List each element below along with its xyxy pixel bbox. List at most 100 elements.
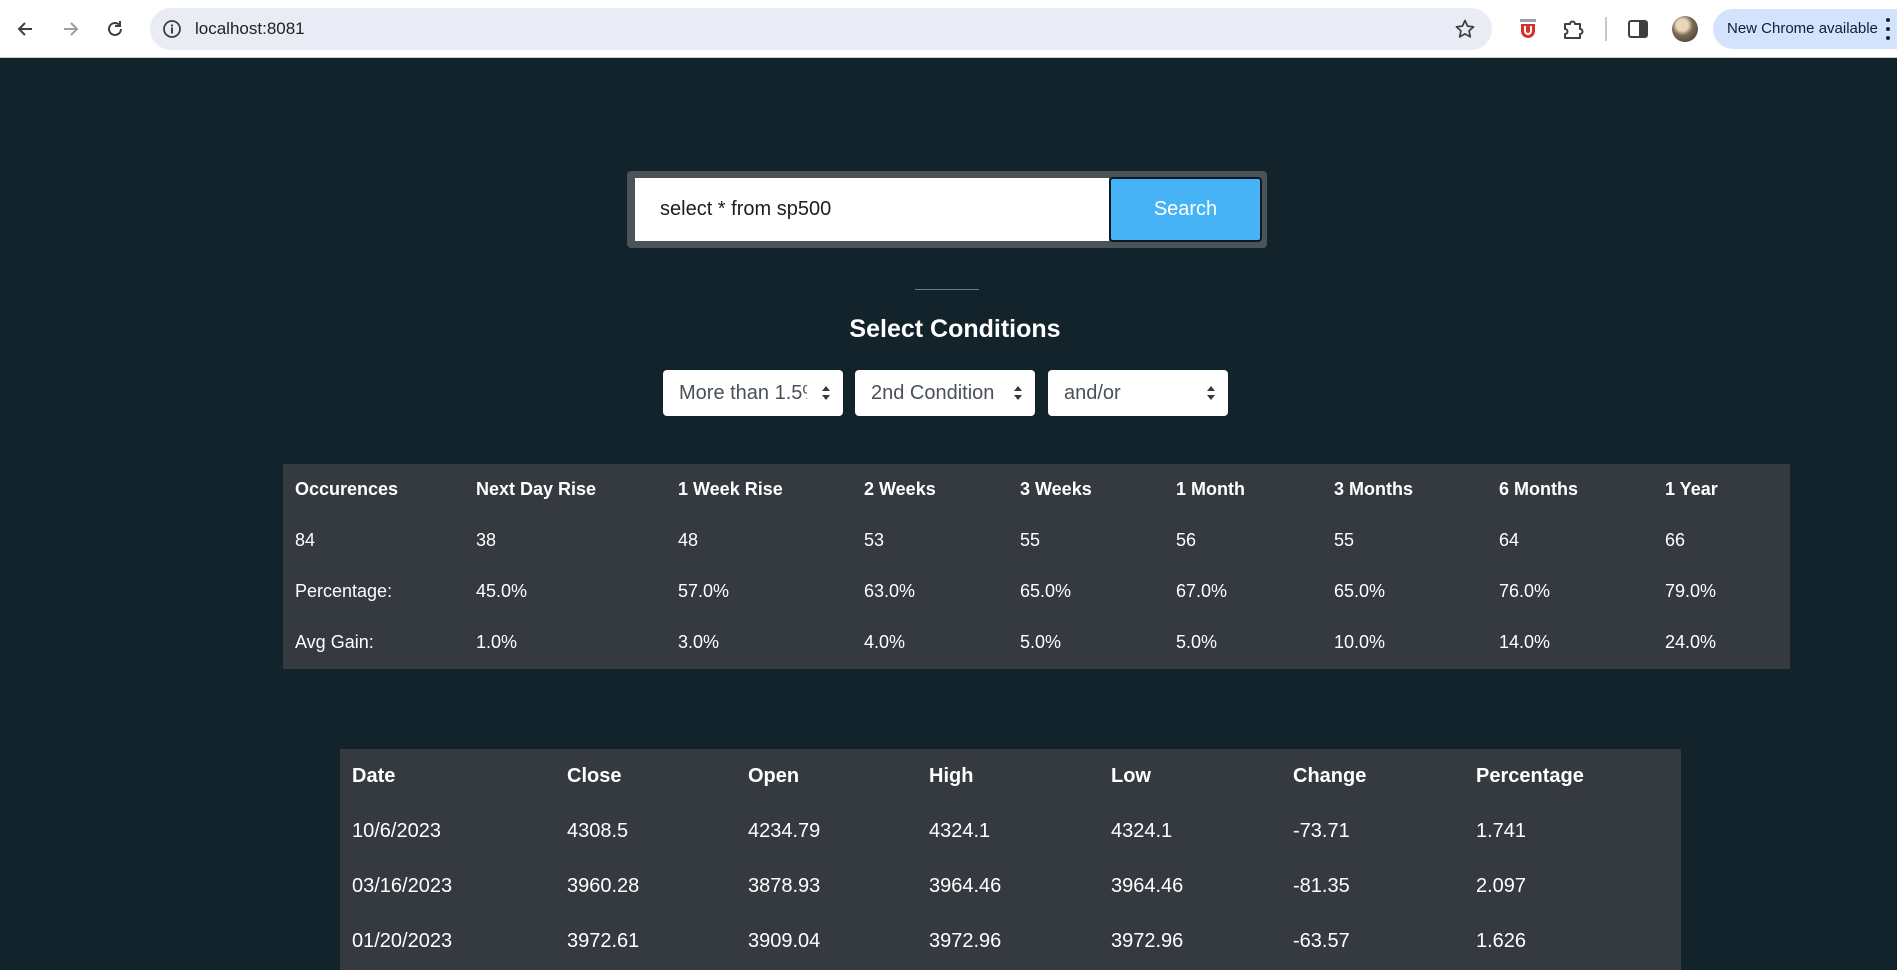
table-row: 10/6/2023 4308.5 4234.79 4324.1 4324.1 -… [340,804,1681,859]
toolbar-divider [1605,17,1607,41]
results-cell: 10/6/2023 [352,820,441,842]
results-cell: -63.57 [1293,930,1350,952]
stats-cell: 55 [1334,530,1355,550]
second-condition-value: 2nd Condition [871,382,995,404]
stats-cell: 79.0% [1665,581,1717,601]
stats-cell: 5.0% [1176,632,1218,652]
arrow-right-icon [64,22,79,36]
stats-header-cell: 1 Month [1176,479,1245,499]
reload-icon [108,21,122,36]
logic-operator-select[interactable]: and/or [1048,370,1228,416]
results-cell: -81.35 [1293,875,1350,897]
first-condition-value: More than 1.5% [679,382,807,404]
stats-cell: 53 [864,530,885,550]
stats-cell: 55 [1020,530,1041,550]
results-cell: 3964.46 [929,875,1002,897]
puzzle-piece-icon[interactable] [1560,16,1586,42]
results-cell: 3909.04 [748,930,821,952]
arrow-left-icon [17,22,32,36]
results-cell: 4234.79 [748,820,821,842]
forward-button[interactable] [55,14,85,44]
table-row: 01/20/2023 3972.61 3909.04 3972.96 3972.… [340,914,1681,969]
extension-shield-icon[interactable] [1515,16,1541,42]
stats-cell: 48 [678,530,699,550]
results-cell: 2.097 [1476,875,1527,897]
stats-cell: 14.0% [1499,632,1551,652]
search-button[interactable]: Search [1109,177,1262,242]
stats-cell: 56 [1176,530,1197,550]
address-bar[interactable]: localhost:8081 [150,8,1492,50]
results-header-cell: Change [1293,765,1367,787]
stats-cell: 1.0% [476,632,518,652]
results-cell: 3972.61 [567,930,640,952]
section-divider [915,289,979,290]
side-panel-icon[interactable] [1625,16,1651,42]
results-cell: 3960.28 [567,875,640,897]
stats-cell: 64 [1499,530,1520,550]
info-icon[interactable] [162,19,182,39]
results-header-cell: Low [1111,765,1151,787]
results-header-row: Date Close Open High Low Change Percenta… [340,749,1681,804]
results-cell: 4308.5 [567,820,629,842]
stats-row-occurrences: 84 38 48 53 55 56 55 64 66 [283,515,1790,566]
results-cell: 1.626 [1476,930,1527,952]
stats-cell: 67.0% [1176,581,1228,601]
results-cell: 1.741 [1476,820,1527,842]
stats-cell: Percentage: [295,581,393,601]
results-cell: 3972.96 [1111,930,1184,952]
table-row: 03/16/2023 3960.28 3878.93 3964.46 3964.… [340,859,1681,914]
results-table: Date Close Open High Low Change Percenta… [340,749,1681,970]
stats-cell: 24.0% [1665,632,1717,652]
reload-button[interactable] [100,14,130,44]
bookmark-star-icon[interactable] [1454,18,1476,40]
stats-cell: 66 [1665,530,1686,550]
stats-table: Occurences Next Day Rise 1 Week Rise 2 W… [283,464,1790,669]
results-cell: -73.71 [1293,820,1350,842]
address-url[interactable]: localhost:8081 [195,8,305,50]
logic-operator-value: and/or [1064,382,1121,404]
stats-cell: 38 [476,530,497,550]
second-condition-select[interactable]: 2nd Condition [855,370,1035,416]
stats-header-cell: 1 Week Rise [678,479,783,499]
results-header-cell: High [929,765,974,787]
menu-kebab-icon[interactable] [1885,18,1891,40]
select-caret-icon [1014,386,1022,400]
stats-cell: 3.0% [678,632,720,652]
stats-header-cell: Occurences [295,479,399,499]
search-input[interactable] [635,178,1109,241]
select-caret-icon [822,386,830,400]
stats-header-row: Occurences Next Day Rise 1 Week Rise 2 W… [283,464,1790,515]
search-form: Search [627,171,1267,248]
stats-header-cell: 2 Weeks [864,479,936,499]
results-cell: 3972.96 [929,930,1002,952]
stats-cell: 5.0% [1020,632,1062,652]
results-header-cell: Close [567,765,622,787]
stats-cell: 76.0% [1499,581,1551,601]
stats-cell: 10.0% [1334,632,1386,652]
stats-header-cell: 6 Months [1499,479,1578,499]
stats-cell: 84 [295,530,316,550]
browser-toolbar: localhost:8081 New Chrome available [0,0,1897,58]
results-cell: 3964.46 [1111,875,1184,897]
stats-cell: 45.0% [476,581,528,601]
first-condition-select[interactable]: More than 1.5% [663,370,843,416]
stats-cell: Avg Gain: [295,632,374,652]
results-cell: 4324.1 [929,820,991,842]
stats-header-cell: 3 Weeks [1020,479,1092,499]
stats-header-cell: 3 Months [1334,479,1413,499]
conditions-title: Select Conditions [849,315,1061,343]
back-button[interactable] [11,14,41,44]
results-cell: 4324.1 [1111,820,1173,842]
stats-cell: 65.0% [1020,581,1072,601]
stats-row-avg-gain: Avg Gain: 1.0% 3.0% 4.0% 5.0% 5.0% 10.0%… [283,617,1790,668]
results-cell: 03/16/2023 [352,875,453,897]
stats-cell: 57.0% [678,581,730,601]
profile-avatar[interactable] [1672,16,1698,42]
select-caret-icon [1207,386,1215,400]
chrome-update-pill[interactable]: New Chrome available [1713,9,1897,49]
stats-cell: 65.0% [1334,581,1386,601]
stats-header-cell: 1 Year [1665,479,1718,499]
stats-row-percentage: Percentage: 45.0% 57.0% 63.0% 65.0% 67.0… [283,566,1790,617]
stats-header-cell: Next Day Rise [476,479,597,499]
results-cell: 01/20/2023 [352,930,453,952]
